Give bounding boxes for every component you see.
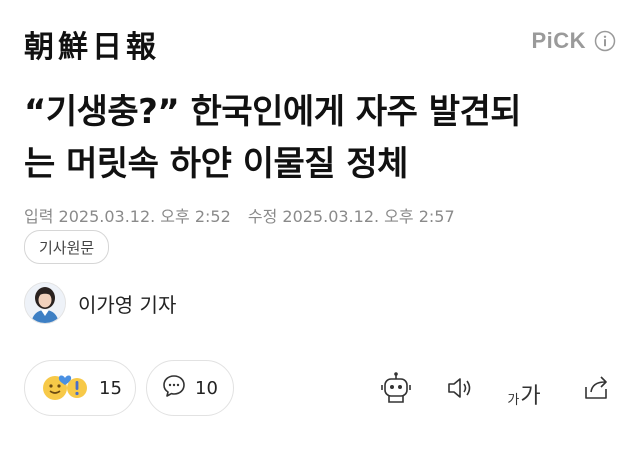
info-icon[interactable]	[594, 30, 616, 52]
reporter-avatar[interactable]	[24, 282, 66, 324]
comment-count: 10	[195, 377, 218, 399]
reporter-info[interactable]: 이가영 기자	[24, 282, 176, 324]
reaction-emoji-icon	[39, 370, 91, 406]
article-title: “기생충?” 한국인에게 자주 발견되 는 머릿속 하얀 이물질 정체	[24, 86, 624, 190]
reporter-name[interactable]: 이가영 기자	[78, 289, 176, 318]
modified-date: 수정 2025.03.12. 오후 2:57	[247, 207, 455, 226]
header: 朝鮮日報 PiCK	[0, 0, 640, 80]
chosun-logo[interactable]: 朝鮮日報	[24, 22, 160, 66]
article-dates: 입력 2025.03.12. 오후 2:52 수정 2025.03.12. 오후…	[24, 203, 455, 227]
speaker-icon[interactable]	[440, 368, 480, 408]
comment-button[interactable]: 10	[146, 360, 234, 416]
font-size-small-label: 가	[507, 393, 520, 408]
original-article-button[interactable]: 기사원문	[24, 230, 110, 264]
title-line-1: “기생충?” 한국인에게 자주 발견되	[24, 92, 522, 132]
title-line-2: 는 머릿속 하얀 이물질 정체	[24, 144, 408, 184]
pick-badge[interactable]: PiCK	[531, 28, 616, 54]
comment-icon	[161, 373, 187, 403]
reaction-button[interactable]: 15	[24, 360, 136, 416]
reaction-count: 15	[99, 377, 122, 399]
font-size-large-label: 가	[520, 384, 541, 409]
font-size-button[interactable]: 가 가	[502, 368, 546, 409]
published-date: 입력 2025.03.12. 오후 2:52	[24, 207, 231, 226]
pick-label: PiCK	[531, 28, 586, 53]
ai-summary-bot-icon[interactable]	[376, 368, 416, 408]
share-icon[interactable]	[576, 368, 616, 408]
